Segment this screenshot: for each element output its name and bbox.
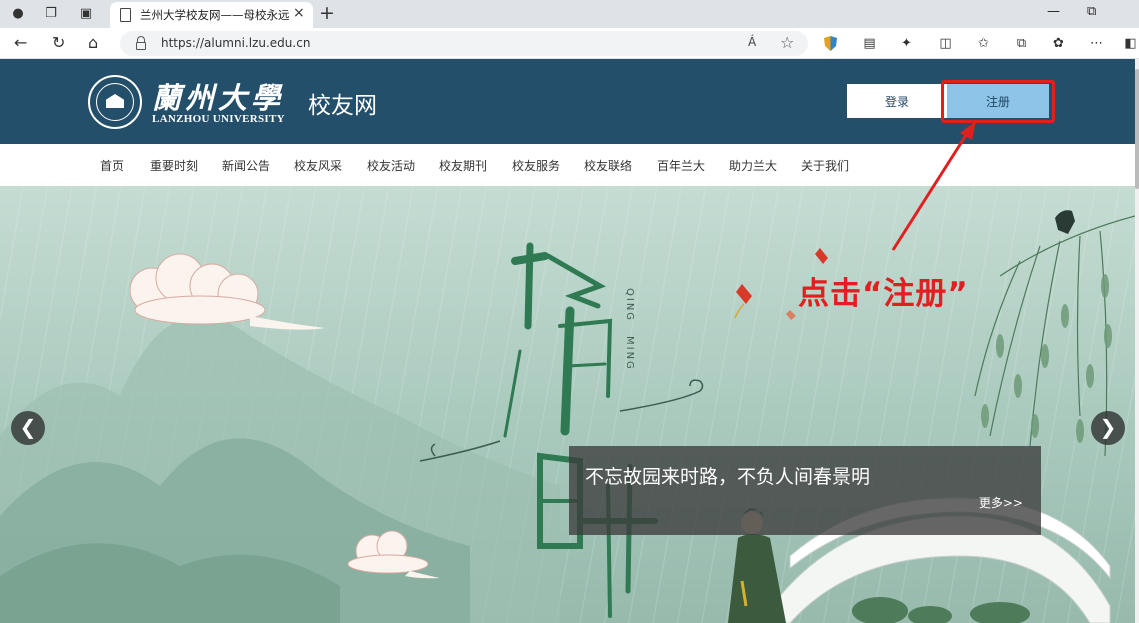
annotation-arrow — [891, 121, 976, 251]
scrollbar-thumb[interactable] — [1135, 69, 1139, 189]
page-scrollbar[interactable] — [1135, 59, 1139, 623]
